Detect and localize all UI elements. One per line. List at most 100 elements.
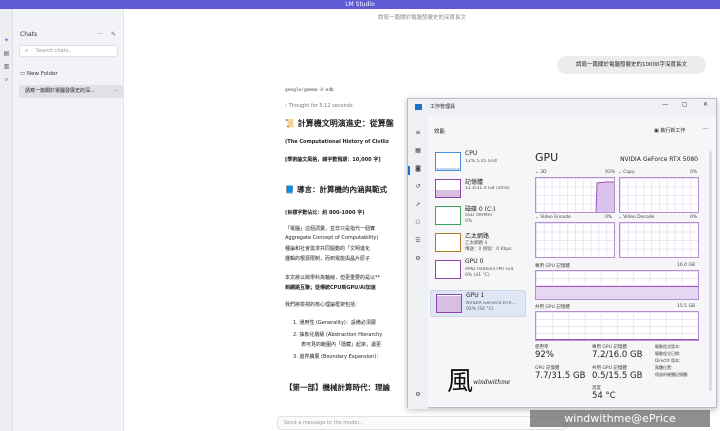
device-name: GPU 1	[466, 292, 485, 299]
engine-encode-label: ⌄ Video Encode	[535, 215, 571, 220]
performance-icon[interactable]: ◙	[414, 165, 422, 173]
more-options-icon[interactable]: ···	[703, 126, 709, 133]
chat-item-menu-icon[interactable]: ···	[114, 85, 119, 98]
processes-icon[interactable]: ▦	[414, 147, 422, 155]
engine-3d-pct: 93%	[605, 170, 616, 175]
search-placeholder: Search chats...	[36, 48, 74, 54]
search-chats-input[interactable]: ⌕ Search chats...	[19, 45, 118, 57]
tm-title: 工作管理員	[430, 104, 456, 110]
tm-title-bar[interactable]: 工作管理員 — ▢ ✕	[408, 99, 716, 115]
paragraph-line: 「電腦」這個詞彙，並非只是指代一個實	[285, 226, 376, 232]
device-status: 0% (41 °C)	[465, 273, 490, 278]
app-title: LM Studio	[345, 1, 375, 8]
dedicated-mem-label: 專用 GPU 記憶體	[535, 264, 570, 269]
scrollbar[interactable]	[709, 151, 712, 391]
graph-grid	[536, 223, 614, 257]
gpu-model: NVIDIA GeForce RTX 5080	[620, 156, 698, 163]
device-detail: 12.4/31.0 GB (40%)	[465, 186, 510, 191]
minimize-icon[interactable]: —	[662, 101, 668, 108]
chats-header: Chats	[20, 31, 38, 38]
response-subtitle: (The Computational History of Civiliz	[285, 139, 389, 145]
paragraph-line: 本文將以跨學科為軸線，但更重要的是以**	[285, 275, 381, 281]
thought-toggle[interactable]: › Thought for 5.12 seconds	[285, 103, 353, 109]
performance-label: 效能	[434, 129, 446, 135]
gpu-detail-pane: GPU NVIDIA GeForce RTX 5080 ⌄ 3D 93% ⌄ C…	[535, 151, 712, 401]
shared-mem-max: 15.5 GB	[677, 304, 696, 309]
device-usage-fill	[436, 167, 460, 170]
graph-grid	[620, 178, 698, 212]
engine-copy-label: ⌄ Copy	[618, 170, 635, 175]
gpu-mem-value: 7.7/31.5 GB	[535, 371, 586, 381]
app-title-bar: LM Studio	[0, 0, 720, 9]
chat-title: 請寫一篇關於電腦發展史的深度長文	[377, 15, 466, 21]
engine-copy-pct: 0%	[690, 170, 698, 175]
settings-icon[interactable]: ⚙	[414, 391, 422, 399]
util-value: 92%	[535, 350, 554, 360]
new-folder-label: New Folder	[26, 71, 58, 77]
gpu-heading: GPU	[535, 151, 559, 164]
device-detail: SSD (NVMe)	[465, 213, 493, 218]
device-detail: AMD Radeon(TM) Gra	[465, 267, 514, 272]
device-item[interactable]: 記憶體 12.4/31.0 GB (40%)	[430, 176, 526, 203]
response-meta: [學術論文風格，總字數預期：10,000 字]	[285, 157, 381, 163]
device-thumbnail	[435, 233, 461, 252]
device-item[interactable]: CPU 12% 5.05 GHz	[430, 149, 526, 176]
shared-usage-value: 0.5/15.5 GB	[592, 371, 643, 381]
location-label: 實體位置:	[655, 365, 673, 370]
history-icon[interactable]: ↺	[414, 183, 422, 191]
run-new-task-button[interactable]: ▣ 執行新工作	[654, 127, 685, 134]
chat-list-panel: Chats ··· ✎ ⌕ Search chats... ▭ New Fold…	[13, 9, 124, 431]
details-icon[interactable]: ☰	[414, 237, 422, 245]
engine-decode-pct: 0%	[690, 215, 698, 220]
engine-encode-graph	[535, 222, 615, 258]
maximize-icon[interactable]: ▢	[682, 101, 688, 108]
tm-nav: ≡ ▦ ◙ ↺ ➚ ⚇ ☰ ⚙ ⚙	[408, 115, 428, 409]
intro-heading: 📘 導言：計算機的內涵與範式	[285, 185, 387, 194]
chat-list-item[interactable]: 請寫一篇關於電腦發展史的深... ···	[19, 85, 123, 98]
startup-icon[interactable]: ➚	[414, 201, 422, 209]
library-icon[interactable]: ▥	[3, 63, 10, 70]
device-thumbnail	[435, 179, 461, 198]
users-icon[interactable]: ⚇	[414, 219, 422, 227]
more-icon[interactable]: ···	[97, 31, 103, 38]
driver-version-label: 驅動程式版本:	[655, 344, 681, 349]
search-icon: ⌕	[25, 47, 29, 54]
logo-glyph: 風	[447, 367, 474, 397]
new-folder-button[interactable]: ▭ New Folder	[20, 71, 58, 77]
engine-3d-line	[595, 181, 614, 212]
engine-decode-graph	[619, 222, 699, 258]
services-icon[interactable]: ⚙	[414, 255, 422, 263]
device-item[interactable]: GPU 0 AMD Radeon(TM) Gra 0% (41 °C)	[430, 257, 526, 284]
directx-label: DirectX 版本:	[655, 358, 681, 363]
close-icon[interactable]: ✕	[703, 101, 708, 108]
task-manager-logo-icon	[415, 104, 422, 110]
device-thumbnail	[435, 152, 461, 171]
thought-label: Thought for 5.12 seconds	[288, 103, 353, 109]
dedicated-mem-max: 16.0 GB	[677, 263, 696, 268]
device-item[interactable]: GPU 1 NVIDIA GeForce RTX... 92% (54 °C)	[430, 290, 526, 317]
engine-decode-label: ⌄ Video Decode	[618, 215, 655, 220]
paragraph-line: 到網路互聯；從傳統CPU到GPU/AI加速	[285, 285, 376, 291]
menu-icon[interactable]: ≡	[414, 129, 422, 137]
left-rail: ✦ ▤ ▥ ⌕	[0, 9, 13, 431]
search-models-icon[interactable]: ⌕	[3, 76, 10, 83]
driver-date-label: 驅動程式日期:	[655, 351, 681, 356]
temp-value: 54 °C	[592, 391, 616, 401]
response-title: 📜 計算機文明演進史：從算盤	[285, 119, 394, 128]
shared-mem-fill	[536, 339, 698, 340]
device-thumbnail	[436, 294, 462, 313]
folder-icon[interactable]: ▤	[3, 50, 10, 57]
device-item[interactable]: 磁碟 0 (C:) SSD (NVMe) 0%	[430, 203, 526, 230]
new-chat-icon[interactable]: ✎	[111, 31, 116, 38]
chat-icon[interactable]: ✦	[3, 37, 10, 44]
device-detail: 12% 5.05 GHz	[465, 159, 498, 164]
device-usage-fill	[436, 190, 460, 197]
paragraph-line: Aggregate Concept of Computability)	[285, 235, 379, 241]
tm-toolbar: 效能 ▣ 執行新工作 ···	[428, 123, 718, 137]
device-detail: NVIDIA GeForce RTX...	[466, 301, 516, 306]
device-item[interactable]: 乙太網路 乙太網路 4 傳送：0 接收：0 Kbps	[430, 230, 526, 257]
device-thumbnail	[435, 206, 461, 225]
device-name: 乙太網路	[465, 233, 490, 240]
device-status: 傳送：0 接收：0 Kbps	[465, 247, 512, 252]
message-input[interactable]: Send a message to the model...	[277, 416, 567, 430]
